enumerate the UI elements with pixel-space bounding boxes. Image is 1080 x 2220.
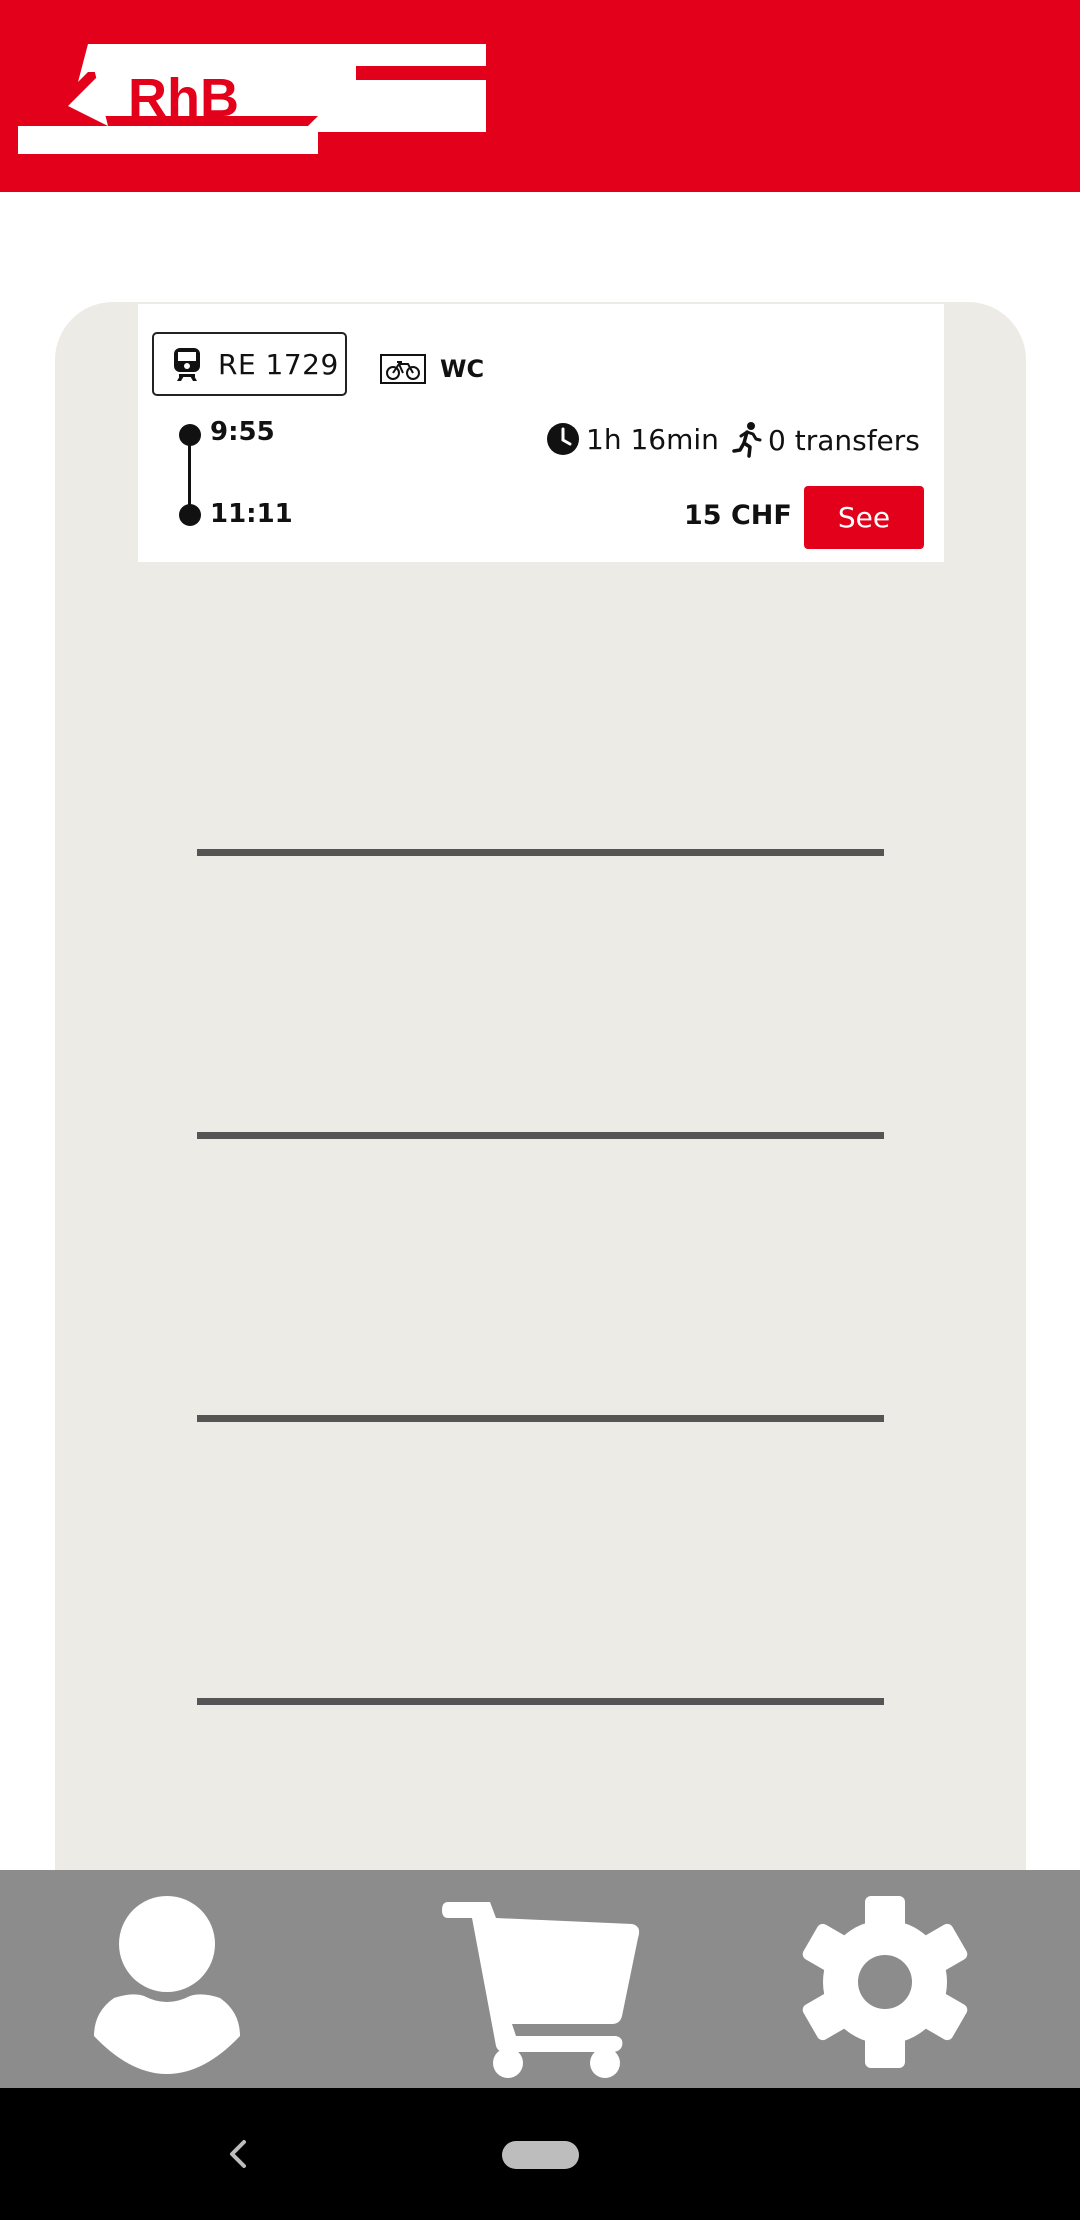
bicycle-icon xyxy=(380,354,426,384)
nav-settings[interactable] xyxy=(800,1896,970,2072)
system-home-button[interactable] xyxy=(502,2141,579,2169)
duration-info: 1h 16min xyxy=(546,422,719,456)
nav-profile[interactable] xyxy=(92,1896,242,2078)
see-button[interactable]: See xyxy=(804,486,924,549)
duration-text: 1h 16min xyxy=(586,422,719,456)
wc-label: WC xyxy=(440,355,485,383)
svg-text:RhB: RhB xyxy=(128,68,239,128)
cart-icon xyxy=(442,1902,640,2078)
train-icon xyxy=(174,348,200,381)
walking-person-icon xyxy=(732,422,762,458)
train-number: RE 1729 xyxy=(218,347,339,381)
amenities: WC xyxy=(380,354,484,384)
departure-time: 9:55 xyxy=(210,417,275,447)
list-divider xyxy=(197,849,884,856)
app-header: RhB xyxy=(0,0,1080,192)
gear-icon xyxy=(802,1896,968,2068)
connection-card[interactable]: RE 1729 WC 9:55 11:11 1h 16min 0 transfe… xyxy=(138,304,944,562)
system-back-button[interactable] xyxy=(226,2138,252,2174)
transfers-info: 0 transfers xyxy=(732,422,920,458)
departure-dot xyxy=(179,424,201,446)
nav-cart[interactable] xyxy=(442,1898,642,2082)
list-divider xyxy=(197,1698,884,1705)
user-icon xyxy=(94,1896,240,2074)
clock-icon xyxy=(547,423,579,455)
bottom-navigation xyxy=(0,1870,1080,2088)
list-divider xyxy=(197,1415,884,1422)
train-badge: RE 1729 xyxy=(152,332,347,396)
rhb-logo: RhB xyxy=(18,44,486,154)
arrival-dot xyxy=(179,504,201,526)
price: 15 CHF xyxy=(684,500,792,531)
transfers-text: 0 transfers xyxy=(768,423,920,457)
list-divider xyxy=(197,1132,884,1139)
arrival-time: 11:11 xyxy=(210,499,293,529)
back-chevron-icon xyxy=(230,2140,246,2168)
